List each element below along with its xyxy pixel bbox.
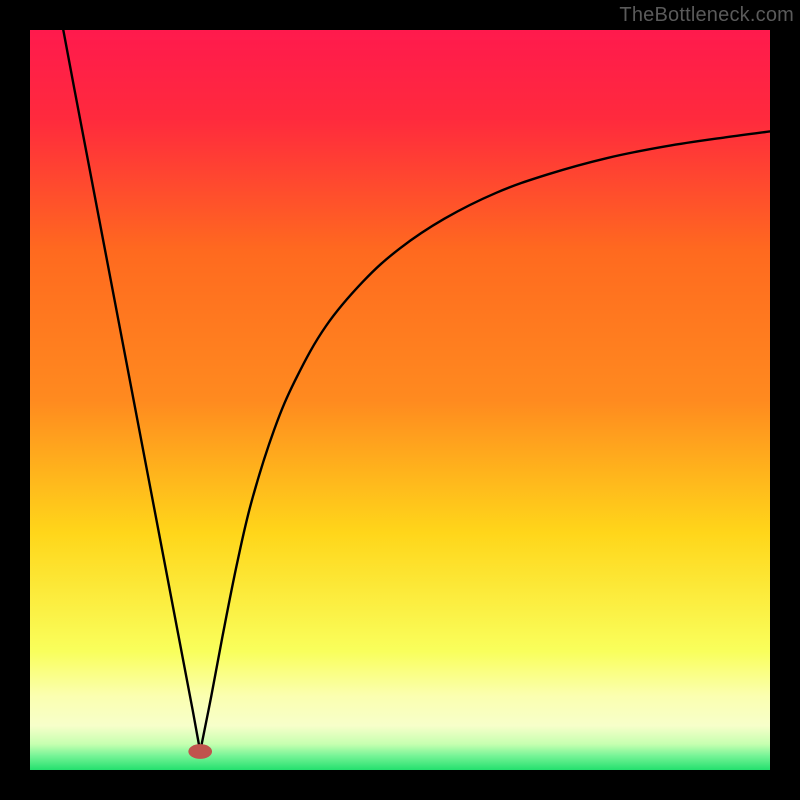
gradient-background [30, 30, 770, 770]
watermark-text: TheBottleneck.com [619, 4, 794, 27]
plot-area [30, 30, 770, 770]
chart-frame: TheBottleneck.com [0, 0, 800, 800]
minimum-marker [188, 744, 212, 759]
bottleneck-curve-chart [30, 30, 770, 770]
